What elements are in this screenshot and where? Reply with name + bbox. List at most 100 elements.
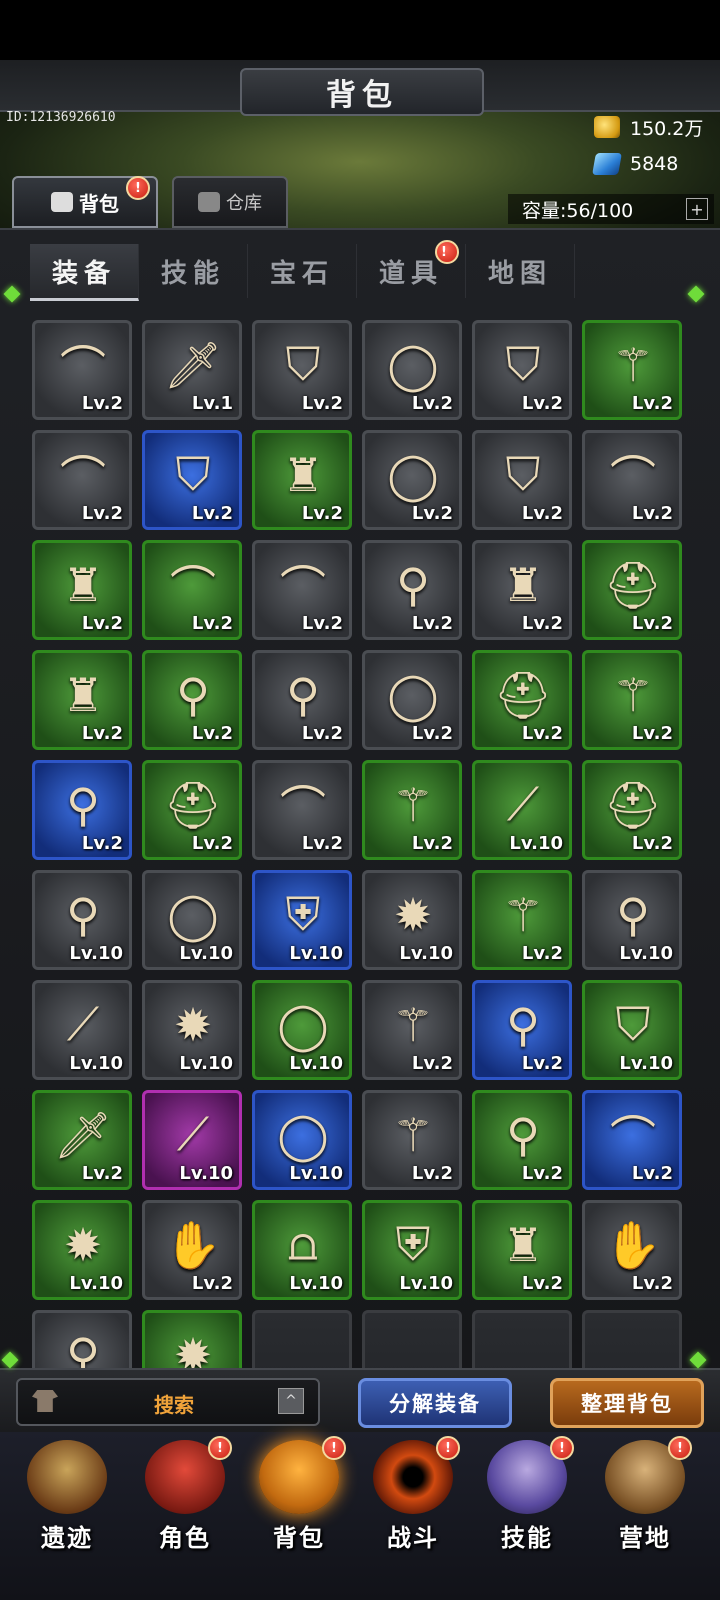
item-level: Lv.2 bbox=[521, 1053, 563, 1074]
inventory-slot[interactable]: ⚲ Lv.10 bbox=[582, 870, 682, 970]
inventory-slot[interactable]: ⌒ Lv.2 bbox=[142, 540, 242, 640]
inventory-slot[interactable]: ◯ Lv.2 bbox=[362, 320, 462, 420]
decompose-equipment-button[interactable]: 分解装备 bbox=[358, 1378, 512, 1428]
inventory-slot[interactable]: ♜ Lv.2 bbox=[32, 540, 132, 640]
inventory-slot[interactable]: ⛉ Lv.2 bbox=[252, 320, 352, 420]
ring-icon: ◯ bbox=[277, 998, 329, 1052]
inventory-slot[interactable]: ◯ Lv.10 bbox=[252, 980, 352, 1080]
mace-icon: ✹ bbox=[63, 1218, 103, 1272]
tab-gems[interactable]: 宝石 bbox=[248, 244, 357, 298]
tab-warehouse-label: 仓库 bbox=[226, 193, 262, 214]
spear-icon: ⟋ bbox=[66, 997, 100, 1051]
staff-icon: ⚚ bbox=[392, 998, 434, 1052]
inventory-slot[interactable]: ⚲ bbox=[32, 1310, 132, 1370]
inventory-slot[interactable]: ⛑ Lv.2 bbox=[142, 760, 242, 860]
inventory-slot[interactable]: ⚲ Lv.2 bbox=[362, 540, 462, 640]
tab-warehouse[interactable]: 仓库 bbox=[172, 176, 288, 228]
inventory-slot[interactable]: ⟋ Lv.10 bbox=[472, 760, 572, 860]
inventory-slot[interactable]: ⟋ Lv.10 bbox=[32, 980, 132, 1080]
gloves-icon: ✋ bbox=[164, 1217, 222, 1272]
inventory-slot[interactable]: ⛨ Lv.10 bbox=[252, 870, 352, 970]
inventory-slot[interactable]: ⟋ Lv.10 bbox=[142, 1090, 242, 1190]
inventory-slot[interactable]: ♜ Lv.2 bbox=[252, 430, 352, 530]
item-level: Lv.10 bbox=[289, 943, 343, 964]
chevron-up-icon[interactable]: ^ bbox=[278, 1388, 304, 1414]
nav-label: 背包 bbox=[273, 1524, 325, 1552]
inventory-slot[interactable]: ⚚ Lv.2 bbox=[472, 870, 572, 970]
inventory-slot[interactable]: ⚲ Lv.2 bbox=[472, 1090, 572, 1190]
inventory-slot[interactable]: ✹ bbox=[142, 1310, 242, 1370]
inventory-slot[interactable]: ⛉ Lv.2 bbox=[472, 320, 572, 420]
nav-relics[interactable]: 遗迹 bbox=[12, 1440, 122, 1560]
inventory-slot[interactable]: ⚚ Lv.2 bbox=[582, 320, 682, 420]
inventory-slot[interactable]: ⌒ Lv.2 bbox=[32, 320, 132, 420]
tab-equipment[interactable]: 装备 bbox=[30, 244, 139, 301]
tab-backpack[interactable]: 背包 ! bbox=[12, 176, 158, 228]
staff-icon: ⚚ bbox=[612, 338, 654, 392]
inventory-slot[interactable]: ✹ Lv.10 bbox=[32, 1200, 132, 1300]
inventory-slot[interactable]: ✋ Lv.2 bbox=[142, 1200, 242, 1300]
spear-icon: ⟋ bbox=[176, 1107, 210, 1161]
ring-icon: ◯ bbox=[277, 1108, 329, 1162]
item-level: Lv.2 bbox=[521, 393, 563, 414]
inventory-slot[interactable]: ✹ Lv.10 bbox=[362, 870, 462, 970]
nav-skills[interactable]: 技能 ! bbox=[472, 1436, 582, 1560]
inventory-slot[interactable]: ◯ Lv.10 bbox=[142, 870, 242, 970]
inventory-slot[interactable]: ⚚ Lv.2 bbox=[582, 650, 682, 750]
nav-battle[interactable]: 战斗 ! bbox=[358, 1436, 468, 1560]
inventory-slot[interactable]: ⌒ Lv.2 bbox=[32, 430, 132, 530]
inventory-slot[interactable]: ⚲ Lv.10 bbox=[32, 870, 132, 970]
inventory-slot[interactable]: ⛑ Lv.2 bbox=[582, 760, 682, 860]
inventory-slot[interactable]: ⌒ Lv.2 bbox=[252, 540, 352, 640]
inventory-slot[interactable]: ⛨ Lv.10 bbox=[362, 1200, 462, 1300]
inventory-slot[interactable]: ⩍ Lv.10 bbox=[252, 1200, 352, 1300]
inventory-slot[interactable]: ⛑ Lv.2 bbox=[582, 540, 682, 640]
inventory-slot[interactable]: ◯ Lv.2 bbox=[362, 430, 462, 530]
robe-icon: ♜ bbox=[502, 1218, 544, 1272]
inventory-slot[interactable]: ⚚ Lv.2 bbox=[362, 1090, 462, 1190]
inventory-slot[interactable]: 🗡 Lv.2 bbox=[32, 1090, 132, 1190]
nav-label: 战斗 bbox=[387, 1524, 439, 1552]
inventory-slot[interactable]: ⌒ Lv.2 bbox=[582, 1090, 682, 1190]
item-level: Lv.10 bbox=[289, 1273, 343, 1294]
alert-badge-icon: ! bbox=[435, 240, 459, 264]
inventory-slot[interactable]: ⚚ Lv.2 bbox=[362, 760, 462, 860]
ring-icon: ◯ bbox=[387, 668, 439, 722]
inventory-slot[interactable]: ♜ Lv.2 bbox=[472, 540, 572, 640]
nav-camp[interactable]: 营地 ! bbox=[590, 1436, 700, 1560]
inventory-slot[interactable]: ⚲ Lv.2 bbox=[472, 980, 572, 1080]
nav-backpack[interactable]: 背包 ! bbox=[244, 1436, 354, 1560]
item-level: Lv.10 bbox=[509, 833, 563, 854]
item-level: Lv.2 bbox=[191, 1273, 233, 1294]
inventory-slot[interactable]: ♜ Lv.2 bbox=[32, 650, 132, 750]
empty-slot bbox=[362, 1310, 462, 1370]
inventory-slot[interactable]: ⛉ Lv.2 bbox=[142, 430, 242, 530]
inventory-slot[interactable]: ✋ Lv.2 bbox=[582, 1200, 682, 1300]
inventory-slot[interactable]: ⚲ Lv.2 bbox=[252, 650, 352, 750]
inventory-slot[interactable]: ◯ Lv.10 bbox=[252, 1090, 352, 1190]
item-level: Lv.2 bbox=[631, 1163, 673, 1184]
inventory-slot[interactable]: ⚚ Lv.2 bbox=[362, 980, 462, 1080]
inventory-slot[interactable]: 🗡 Lv.1 bbox=[142, 320, 242, 420]
inventory-slot[interactable]: ⛉ Lv.2 bbox=[472, 430, 572, 530]
tab-items[interactable]: 道具 ! bbox=[357, 240, 466, 298]
sort-backpack-button[interactable]: 整理背包 bbox=[550, 1378, 704, 1428]
inventory-slot[interactable]: ✹ Lv.10 bbox=[142, 980, 242, 1080]
inventory-slot[interactable]: ⛉ Lv.10 bbox=[582, 980, 682, 1080]
helmet-icon: ⛑ bbox=[163, 777, 223, 832]
inventory-slot[interactable]: ⌒ Lv.2 bbox=[582, 430, 682, 530]
tab-skills[interactable]: 技能 bbox=[139, 244, 248, 298]
inventory-slot[interactable]: ♜ Lv.2 bbox=[472, 1200, 572, 1300]
nav-character[interactable]: 角色 ! bbox=[130, 1436, 240, 1560]
item-level: Lv.2 bbox=[521, 1163, 563, 1184]
expand-capacity-button[interactable]: + bbox=[686, 198, 708, 220]
inventory-slot[interactable]: ⚲ Lv.2 bbox=[32, 760, 132, 860]
inventory-slot[interactable]: ⌒ Lv.2 bbox=[252, 760, 352, 860]
inventory-slot[interactable]: ◯ Lv.2 bbox=[362, 650, 462, 750]
robe-icon: ♜ bbox=[62, 668, 104, 722]
inventory-slot[interactable]: ⛑ Lv.2 bbox=[472, 650, 572, 750]
inventory-slot[interactable]: ⚲ Lv.2 bbox=[142, 650, 242, 750]
search-filter[interactable]: 搜索 ^ bbox=[16, 1378, 320, 1426]
alert-badge-icon: ! bbox=[668, 1436, 692, 1460]
tab-maps[interactable]: 地图 bbox=[466, 244, 575, 298]
